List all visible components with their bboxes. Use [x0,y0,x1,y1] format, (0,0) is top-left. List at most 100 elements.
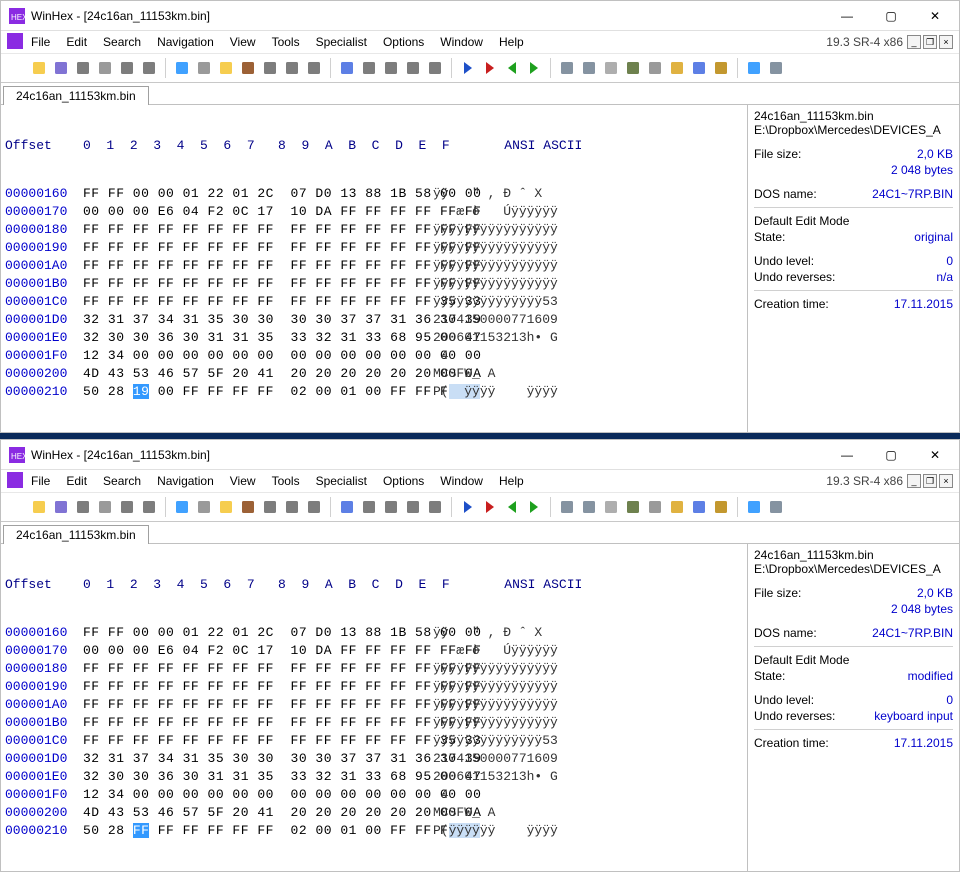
toolbar-ram-button[interactable] [601,497,621,517]
hex-bytes[interactable]: FF FF FF FF FF FF FF FF FF FF FF FF FF F… [83,222,433,237]
hex-row[interactable]: 00000210 50 28 FF FF FF FF FF FF 02 00 0… [5,821,743,839]
toolbar-options-button[interactable] [667,497,687,517]
toolbar-goto-button[interactable] [403,58,423,78]
toolbar-save-button[interactable] [51,497,71,517]
menu-edit[interactable]: Edit [58,472,95,490]
hex-row[interactable]: 00000200 4D 43 53 46 57 5F 20 41 20 20 2… [5,803,743,821]
ascii[interactable]: ÿÿÿÿÿÿÿÿÿÿÿÿÿÿ53 [433,294,558,309]
hex-row[interactable]: 00000200 4D 43 53 46 57 5F 20 41 20 20 2… [5,364,743,382]
hex-row[interactable]: 000001E0 32 30 30 36 30 31 31 35 33 32 3… [5,328,743,346]
close-button[interactable]: ✕ [913,440,957,470]
menu-specialist[interactable]: Specialist [308,33,375,51]
hex-editor[interactable]: Offset 0 1 2 3 4 5 6 7 8 9 A B C D E F A… [1,544,747,871]
mdi-close-button[interactable]: × [939,35,953,49]
hex-row[interactable]: 00000190 FF FF FF FF FF FF FF FF FF FF F… [5,677,743,695]
toolbar-fwd-button[interactable] [524,497,544,517]
toolbar-jump-back-button[interactable] [458,497,478,517]
menu-edit[interactable]: Edit [58,33,95,51]
menu-tools[interactable]: Tools [264,33,308,51]
hex-row[interactable]: 00000170 00 00 00 E6 04 F2 0C 17 10 DA F… [5,641,743,659]
ascii[interactable]: MCSFW_ A [433,805,495,820]
maximize-button[interactable]: ▢ [869,440,913,470]
menu-file[interactable]: File [23,472,58,490]
hex-row[interactable]: 000001A0 FF FF FF FF FF FF FF FF FF FF F… [5,256,743,274]
ascii[interactable]: æ ò Úÿÿÿÿÿÿ [433,643,558,658]
toolbar-new-button[interactable] [7,58,27,78]
toolbar-find-text-button[interactable] [381,58,401,78]
toolbar-disk2-button[interactable] [579,497,599,517]
toolbar-props-button[interactable] [117,497,137,517]
toolbar-bits-button[interactable] [304,497,324,517]
ascii[interactable]: ÿÿÿÿÿÿÿÿÿÿÿÿÿÿÿÿ [433,258,558,273]
hex-bytes[interactable]: 12 34 00 00 00 00 00 00 00 00 00 00 00 0… [83,348,433,363]
toolbar-ram-button[interactable] [601,58,621,78]
toolbar-print-button[interactable] [95,497,115,517]
toolbar-jump-fwd-button[interactable] [480,58,500,78]
toolbar-gear-button[interactable] [711,58,731,78]
hex-bytes[interactable]: 00 00 00 E6 04 F2 0C 17 10 DA FF FF FF F… [83,643,433,658]
toolbar-copy-button[interactable] [216,58,236,78]
mdi-restore-button[interactable]: ❐ [923,35,937,49]
toolbar-print-button[interactable] [95,58,115,78]
toolbar-disk2-button[interactable] [579,58,599,78]
toolbar-copy-button[interactable] [216,497,236,517]
hex-bytes[interactable]: 32 31 37 34 31 35 30 30 30 30 37 37 31 3… [83,751,433,766]
toolbar-clipboard-button[interactable] [282,497,302,517]
toolbar-replace-button[interactable] [425,58,445,78]
toolbar-jump-fwd-button[interactable] [480,497,500,517]
hex-row[interactable]: 000001A0 FF FF FF FF FF FF FF FF FF FF F… [5,695,743,713]
toolbar-disk1-button[interactable] [557,497,577,517]
menu-window[interactable]: Window [432,472,491,490]
toolbar-goto-button[interactable] [403,497,423,517]
toolbar-back-button[interactable] [502,58,522,78]
hex-row[interactable]: 00000190 FF FF FF FF FF FF FF FF FF FF F… [5,238,743,256]
ascii[interactable]: MCSFW_ A [433,366,495,381]
toolbar-calc-button[interactable] [623,497,643,517]
hex-bytes[interactable]: 4D 43 53 46 57 5F 20 41 20 20 20 20 20 2… [83,805,433,820]
minimize-button[interactable]: — [825,1,869,31]
toolbar-props-button[interactable] [117,58,137,78]
toolbar-grid-button[interactable] [744,497,764,517]
mdi-minimize-button[interactable]: _ [907,35,921,49]
ascii[interactable]: ÿÿÿÿÿÿÿÿÿÿÿÿÿÿÿÿ [433,661,558,676]
hex-bytes[interactable]: FF FF FF FF FF FF FF FF FF FF FF FF FF F… [83,258,433,273]
toolbar-settings-button[interactable] [766,497,786,517]
menu-navigation[interactable]: Navigation [149,472,222,490]
toolbar-copy-sector-button[interactable] [139,497,159,517]
toolbar-replace-button[interactable] [425,497,445,517]
hex-row[interactable]: 00000160 FF FF 00 00 01 22 01 2C 07 D0 1… [5,184,743,202]
file-tab[interactable]: 24c16an_11153km.bin [3,525,149,544]
toolbar-open-button[interactable] [29,58,49,78]
titlebar[interactable]: HEX WinHex - [24c16an_11153km.bin] — ▢ ✕ [1,1,959,31]
hex-bytes[interactable]: FF FF 00 00 01 22 01 2C 07 D0 13 88 1B 5… [83,186,433,201]
menu-search[interactable]: Search [95,33,149,51]
toolbar-bits-button[interactable] [304,58,324,78]
hex-bytes[interactable]: 32 31 37 34 31 35 30 30 30 30 37 37 31 3… [83,312,433,327]
toolbar-undo-button[interactable] [172,58,192,78]
hex-row[interactable]: 00000210 50 28 19 00 FF FF FF FF 02 00 0… [5,382,743,400]
toolbar-find-button[interactable] [337,58,357,78]
menu-view[interactable]: View [222,33,264,51]
hex-row[interactable]: 000001C0 FF FF FF FF FF FF FF FF FF FF F… [5,292,743,310]
menu-view[interactable]: View [222,472,264,490]
toolbar-find-text-button[interactable] [381,497,401,517]
menu-navigation[interactable]: Navigation [149,33,222,51]
menu-options[interactable]: Options [375,472,432,490]
hex-bytes[interactable]: FF FF FF FF FF FF FF FF FF FF FF FF FF F… [83,679,433,694]
hex-bytes[interactable]: 4D 43 53 46 57 5F 20 41 20 20 20 20 20 2… [83,366,433,381]
ascii[interactable]: ÿÿÿÿÿÿÿÿÿÿÿÿÿÿÿÿ [433,222,558,237]
toolbar-save-as-button[interactable] [73,497,93,517]
hex-row[interactable]: 00000180 FF FF FF FF FF FF FF FF FF FF F… [5,659,743,677]
menu-help[interactable]: Help [491,472,532,490]
hex-bytes[interactable]: 50 28 19 00 FF FF FF FF 02 00 01 00 FF F… [83,384,433,399]
ascii[interactable]: 200601153213h• G [433,330,558,345]
toolbar-zoom-button[interactable] [645,497,665,517]
hex-editor[interactable]: Offset 0 1 2 3 4 5 6 7 8 9 A B C D E F A… [1,105,747,432]
ascii[interactable]: 2174150000771609 [433,312,558,327]
titlebar[interactable]: HEX WinHex - [24c16an_11153km.bin] — ▢ ✕ [1,440,959,470]
hex-row[interactable]: 000001D0 32 31 37 34 31 35 30 30 30 30 3… [5,310,743,328]
ascii[interactable]: 200601153213h• G [433,769,558,784]
hex-row[interactable]: 000001B0 FF FF FF FF FF FF FF FF FF FF F… [5,713,743,731]
menu-specialist[interactable]: Specialist [308,472,375,490]
hex-row[interactable]: 00000160 FF FF 00 00 01 22 01 2C 07 D0 1… [5,623,743,641]
